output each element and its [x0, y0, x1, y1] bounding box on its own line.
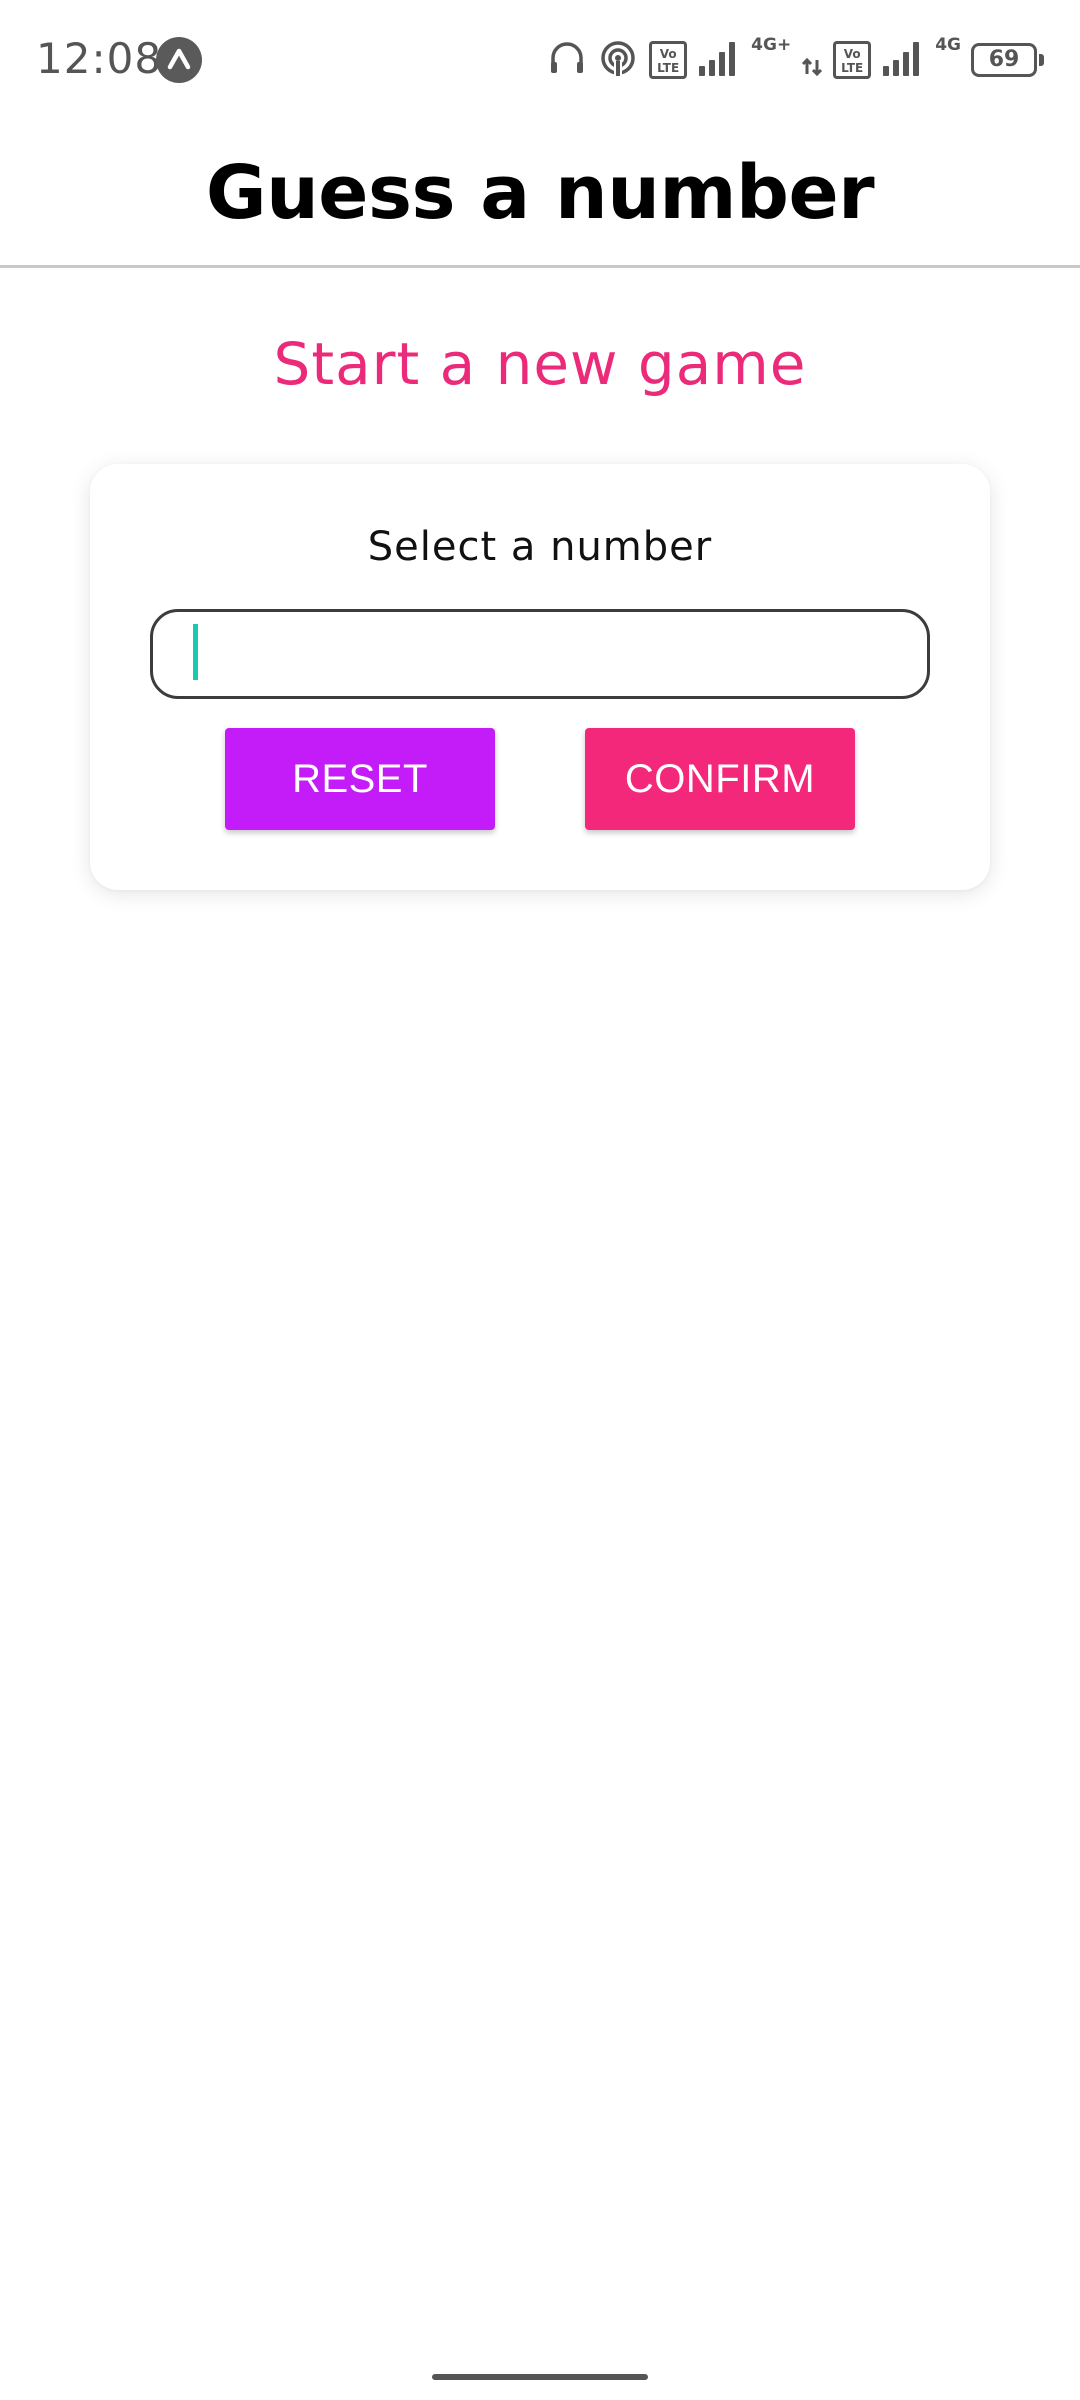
data-activity-icon — [801, 38, 823, 83]
reset-button[interactable]: RESET — [225, 728, 495, 830]
signal-strength-icon-2 — [881, 38, 925, 83]
text-caret — [193, 624, 198, 680]
select-number-label: Select a number — [367, 524, 713, 570]
number-input-card: Select a number RESET CONFIRM — [90, 464, 990, 890]
app-screen: 12:08 Vo LTE 4G+ Vo LTE 4G 69 Guess a nu… — [0, 0, 1080, 2400]
headphones-icon — [547, 38, 587, 83]
screen-title: Start a new game — [273, 330, 807, 398]
battery-tip — [1039, 54, 1044, 66]
signal-strength-icon — [697, 38, 741, 83]
network-type-label-2: 4G — [935, 35, 961, 55]
network-type-label: 4G+ — [751, 35, 792, 55]
hotspot-icon — [597, 38, 639, 83]
app-header: Guess a number — [0, 120, 1080, 268]
volte-icon: Vo LTE — [649, 41, 688, 79]
header-title: Guess a number — [205, 149, 875, 236]
gesture-nav-bar[interactable] — [432, 2374, 648, 2380]
battery-icon: 69 — [971, 43, 1037, 77]
number-input[interactable] — [150, 609, 930, 699]
volte-icon-2: Vo LTE — [833, 41, 872, 79]
status-bar: 12:08 Vo LTE 4G+ Vo LTE 4G 69 — [0, 0, 1080, 120]
app-notification-icon — [156, 37, 202, 83]
status-time: 12:08 — [36, 34, 163, 83]
status-icons: Vo LTE 4G+ Vo LTE 4G 69 — [547, 36, 1044, 84]
confirm-button[interactable]: CONFIRM — [585, 728, 855, 830]
